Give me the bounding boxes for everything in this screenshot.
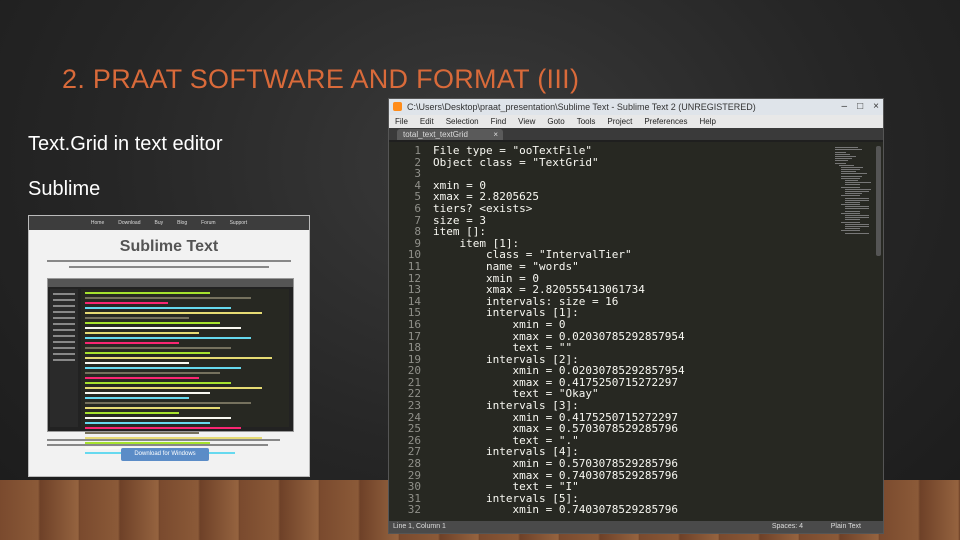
- code-line[interactable]: intervals [3]:: [433, 400, 865, 412]
- line-number-gutter: 1 2 3 4 5 6 7 8 9 10 11 12 13 14 15 16 17 18 19 20 21 22 23 24 2…: [389, 145, 421, 516]
- minimap[interactable]: [835, 146, 873, 266]
- menu-selection[interactable]: Selection: [446, 115, 479, 128]
- code-line[interactable]: name = "words": [433, 261, 865, 273]
- window-titlebar: C:\Users\Desktop\praat_presentation\Subl…: [389, 99, 883, 115]
- sublime-editor-window: C:\Users\Desktop\praat_presentation\Subl…: [388, 98, 884, 534]
- line-number: 11: [407, 259, 421, 273]
- code-line[interactable]: text = "": [433, 342, 865, 354]
- line-number: 8: [414, 225, 421, 239]
- tab-textgrid-file[interactable]: total_text_textGrid ×: [397, 129, 503, 140]
- website-tagline-2: [69, 266, 269, 268]
- line-number: 23: [407, 399, 421, 413]
- menu-bar: File Edit Selection Find View Goto Tools…: [389, 115, 883, 128]
- close-icon[interactable]: ×: [873, 101, 879, 113]
- line-number: 18: [407, 341, 421, 355]
- tab-bar: total_text_textGrid ×: [389, 128, 883, 140]
- website-nav-blog: Blog: [177, 220, 188, 226]
- menu-view[interactable]: View: [518, 115, 535, 128]
- code-line[interactable]: Object class = "TextGrid": [433, 156, 865, 169]
- download-button[interactable]: Download for Windows: [121, 448, 209, 461]
- code-line[interactable]: xmin = 0.5703078529285796: [433, 458, 865, 470]
- menu-edit[interactable]: Edit: [420, 115, 434, 128]
- sublime-website-screenshot: Home Download Buy Blog Forum Support Sub…: [28, 215, 310, 477]
- sublime-app-icon: [393, 102, 402, 111]
- status-indentation[interactable]: Spaces: 4: [772, 521, 803, 533]
- line-number: 28: [407, 457, 421, 471]
- bullet-sublime: Sublime: [28, 178, 101, 200]
- line-number: 32: [407, 503, 421, 517]
- code-line[interactable]: xmin = 0.7403078529285796: [433, 504, 865, 516]
- tab-label: total_text_textGrid: [403, 130, 468, 139]
- menu-project[interactable]: Project: [607, 115, 632, 128]
- window-title: C:\Users\Desktop\praat_presentation\Subl…: [407, 102, 756, 112]
- bullet-text-grid: Text.Grid in text editor: [28, 133, 223, 155]
- website-editor-preview: [47, 278, 294, 454]
- website-nav: Home Download Buy Blog Forum Support: [29, 216, 309, 230]
- website-nav-download: Download: [118, 220, 141, 226]
- code-area[interactable]: File type = "ooTextFile" Object class = "…: [433, 145, 865, 516]
- website-nav-forum: Forum: [201, 220, 216, 226]
- line-number: 6: [414, 201, 421, 215]
- code-line[interactable]: File type = "ooTextFile": [433, 145, 865, 157]
- line-number: 16: [407, 317, 421, 331]
- website-tagline: [47, 260, 291, 262]
- website-nav-buy: Buy: [154, 220, 164, 226]
- menu-tools[interactable]: Tools: [577, 115, 596, 128]
- code-line[interactable]: xmax = 2.820555413061734: [433, 284, 865, 296]
- line-number: 13: [407, 283, 421, 297]
- website-logo: Sublime Text: [119, 238, 219, 255]
- line-number: 1: [414, 144, 421, 157]
- menu-preferences[interactable]: Preferences: [644, 115, 687, 128]
- website-nav-home: Home: [90, 220, 105, 226]
- slide-title: 2. PRAAT SOFTWARE AND FORMAT (III): [62, 64, 580, 94]
- code-line[interactable]: tiers? <exists>: [433, 203, 865, 215]
- status-bar: Line 1, Column 1 Spaces: 4 Plain Text: [389, 521, 883, 533]
- menu-help[interactable]: Help: [699, 115, 715, 128]
- status-syntax[interactable]: Plain Text: [831, 521, 861, 533]
- code-editor[interactable]: 1 2 3 4 5 6 7 8 9 10 11 12 13 14 15 16 17 18 19 20 21 22 23 24 2…: [389, 142, 883, 521]
- website-nav-support: Support: [229, 220, 248, 226]
- code-line[interactable]: [433, 168, 865, 180]
- minimize-icon[interactable]: –: [842, 101, 848, 113]
- maximize-icon[interactable]: □: [857, 101, 863, 113]
- menu-find[interactable]: Find: [491, 115, 507, 128]
- code-line[interactable]: xmin = 0: [433, 319, 865, 331]
- menu-goto[interactable]: Goto: [547, 115, 564, 128]
- menu-file[interactable]: File: [395, 115, 408, 128]
- code-line[interactable]: size = 3: [433, 214, 865, 227]
- code-line[interactable]: item []:: [433, 226, 865, 238]
- tab-close-icon[interactable]: ×: [493, 129, 498, 140]
- vertical-scrollbar[interactable]: [876, 146, 881, 256]
- status-cursor-position: Line 1, Column 1: [393, 523, 446, 530]
